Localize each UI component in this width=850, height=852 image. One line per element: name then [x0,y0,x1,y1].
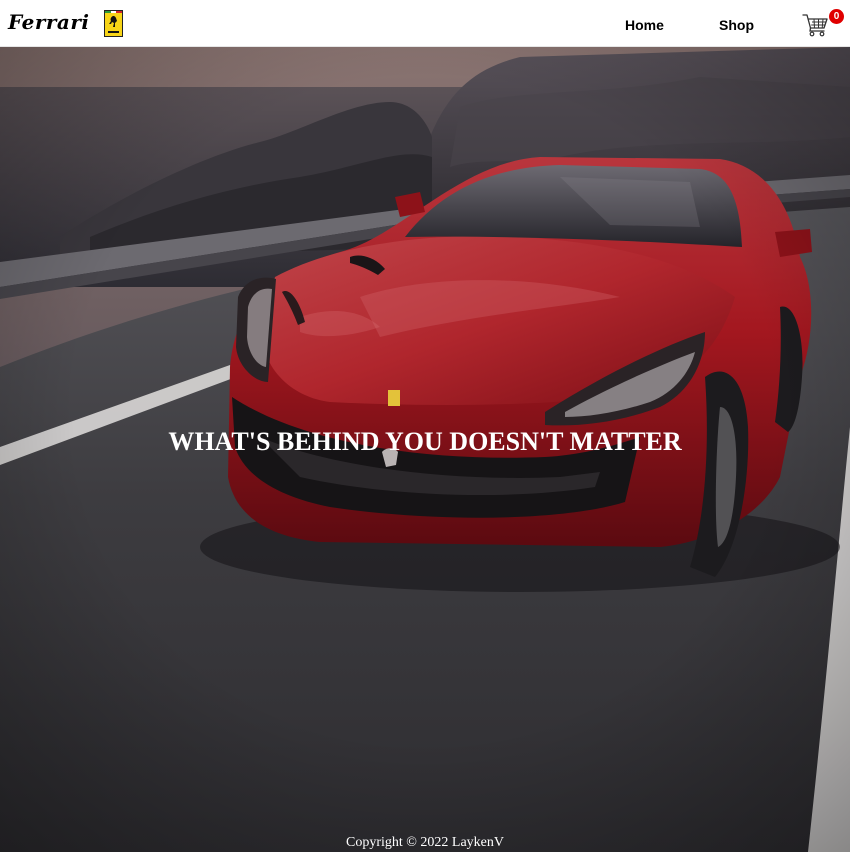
footer-copyright: Copyright © 2022 LaykenV [345,835,504,850]
nav-home-link[interactable]: Home [625,16,664,34]
hero-section: WHAT'S BEHIND YOU DOESN'T MATTER [0,47,850,852]
ferrari-wordmark-logo[interactable]: Ferrari [8,10,90,34]
cart-count-badge: 0 [829,9,844,24]
nav-shop-link[interactable]: Shop [719,16,754,34]
navbar: Ferrari Home Shop 0 [0,0,850,47]
shopping-cart-icon[interactable] [802,10,830,38]
ferrari-shield-logo[interactable] [104,10,123,37]
hero-tagline: WHAT'S BEHIND YOU DOESN'T MATTER [168,427,682,456]
